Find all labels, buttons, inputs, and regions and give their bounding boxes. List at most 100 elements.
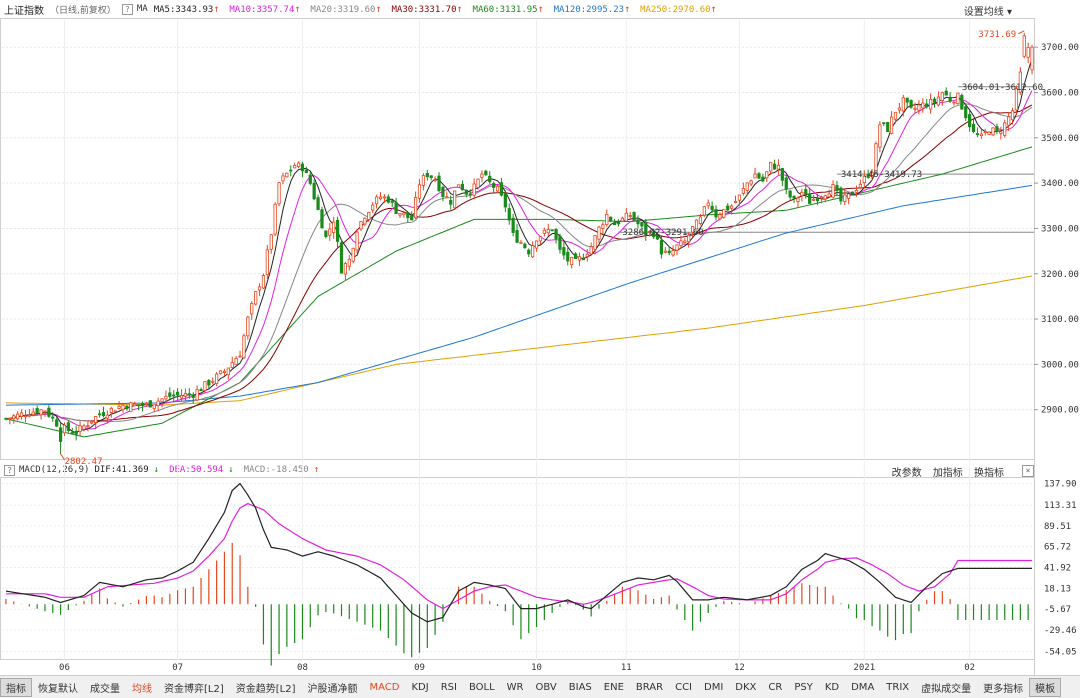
candle-body [893,111,898,120]
candle-body [378,196,383,200]
candle-body [640,222,644,227]
candle-body [109,407,113,413]
tab-25[interactable]: 更多指标 [977,680,1029,695]
candle-body [207,380,211,386]
candle-body [936,96,941,106]
candle-body [597,226,601,240]
candle-body [921,102,925,109]
price-tick-label: 3000.00 [1041,360,1079,370]
tab-14[interactable]: ENE [598,682,630,693]
candle-body [293,165,297,169]
candle-body [172,394,176,397]
candle-body [246,316,250,337]
tab-5[interactable]: 资金趋势[L2] [230,680,302,695]
tab-20[interactable]: PSY [788,682,819,693]
candle-body [101,412,106,417]
candle-body [261,275,266,289]
candle-body [831,184,835,198]
candle-body [402,212,406,216]
candle-body [19,412,24,417]
candle-body [421,175,426,186]
annotation-range3: 3286.62-3291.60 [622,228,703,238]
tab-13[interactable]: BIAS [563,682,598,693]
candle-body [874,143,878,174]
candle-body [277,182,281,205]
tab-4[interactable]: 资金博弈[L2] [158,680,230,695]
candle-body [975,133,980,136]
candle-body [31,411,35,416]
candle-body [480,173,484,178]
candle-body [757,173,761,179]
candle-body [367,211,371,220]
candle-body [250,303,254,315]
tab-3[interactable]: 均线 [126,680,158,695]
tab-19[interactable]: CR [762,682,788,693]
tab-22[interactable]: DMA [845,682,880,693]
candle-body [199,389,203,392]
candle-body [905,97,909,103]
ma20-line [5,103,1033,423]
candle-body [70,432,74,434]
candle-body [406,212,410,218]
price-tick-label: 3600.00 [1041,89,1079,99]
candle-body [359,221,363,230]
tab-24[interactable]: 虚拟成交量 [915,680,977,695]
tab-8[interactable]: KDJ [405,682,434,693]
candle-body [542,229,546,234]
candle-body [882,122,886,125]
candle-body [355,231,359,251]
candle-body [152,404,156,409]
tab-12[interactable]: OBV [530,682,563,693]
candle-body [12,415,16,420]
candle-body [932,98,937,103]
candle-body [168,392,172,397]
tab-9[interactable]: RSI [435,682,463,693]
candle-body [394,202,398,214]
tab-7[interactable]: MACD [364,682,406,693]
candle-body [156,400,160,406]
candle-body [667,250,671,254]
candle-body [507,208,511,221]
candle-body [784,177,788,190]
candle-body [472,183,476,196]
candle-body [780,168,784,181]
candle-body [515,230,519,243]
candle-body [273,203,277,235]
candle-body [616,221,621,225]
candle-body [979,133,983,136]
candle-body [460,183,465,191]
tab-18[interactable]: DKX [729,682,762,693]
tab-6[interactable]: 沪股通净额 [302,680,364,695]
tab-16[interactable]: CCI [669,682,698,693]
tab-11[interactable]: WR [501,682,530,693]
macd-tick-label: 137.90 [1044,480,1077,490]
tab-26[interactable]: 模板 [1029,677,1062,697]
candle-body [117,405,121,409]
tab-21[interactable]: KD [819,682,845,693]
ma60-line [5,146,1033,438]
annotation-low: 2802.47 [65,457,103,467]
candle-body [269,234,273,250]
candle-body [730,205,734,209]
candle-body [679,240,683,246]
tab-23[interactable]: TRIX [880,682,915,693]
tab-2[interactable]: 成交量 [84,680,126,695]
month-label: 12 [734,663,745,673]
candle-body [187,393,191,396]
candle-body [612,222,617,226]
candle-body [58,427,63,442]
candle-body [476,178,480,188]
candle-body [897,107,902,111]
tab-1[interactable]: 恢复默认 [32,680,84,695]
tab-15[interactable]: BRAR [630,682,669,693]
tab-0[interactable]: 指标 [0,677,32,697]
tab-17[interactable]: DMI [698,682,729,693]
candle-body [581,258,585,261]
candle-body [570,256,574,265]
macd-dif-line [5,482,1032,623]
candle-body [456,184,461,188]
candle-body [792,195,796,199]
tab-10[interactable]: BOLL [463,682,501,693]
candle-body [913,107,917,110]
candle-body [671,250,675,256]
